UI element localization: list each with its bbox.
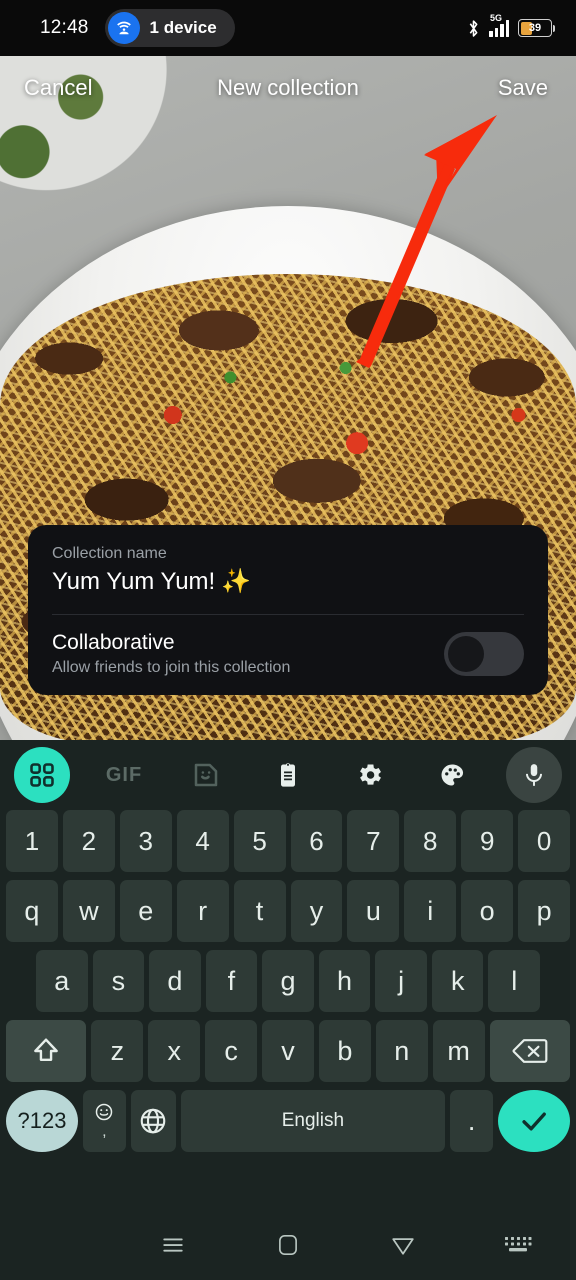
key-t[interactable]: t (233, 880, 286, 942)
card-divider (52, 614, 524, 615)
key-5[interactable]: 5 (233, 810, 286, 872)
key-s[interactable]: s (92, 950, 145, 1012)
key-e[interactable]: e (119, 880, 172, 942)
key-4[interactable]: 4 (176, 810, 229, 872)
keyboard-row-home: a s d f g h j k l (0, 950, 576, 1012)
gif-label: GIF (105, 763, 143, 786)
space-key[interactable]: English (180, 1090, 446, 1152)
cast-wifi-icon (107, 12, 140, 44)
battery-indicator: 39 (518, 19, 555, 37)
home-square-icon[interactable] (230, 1232, 345, 1258)
comma-label: , (102, 1123, 107, 1140)
key-a[interactable]: a (35, 950, 88, 1012)
cancel-button[interactable]: Cancel (24, 75, 92, 101)
status-bar-icons: 5G 39 (467, 13, 555, 38)
key-1[interactable]: 1 (5, 810, 58, 872)
key-i[interactable]: i (404, 880, 457, 942)
key-h[interactable]: h (318, 950, 371, 1012)
keyboard-row-bottom: ?123 , English . (0, 1090, 576, 1152)
collection-name-label: Collection name (52, 545, 167, 562)
collaborative-text: Collaborative Allow friends to join this… (52, 631, 444, 677)
key-j[interactable]: j (375, 950, 427, 1012)
network-type-label: 5G (490, 12, 503, 23)
key-8[interactable]: 8 (404, 810, 457, 872)
collaborative-toggle[interactable] (444, 632, 524, 676)
sticker-icon[interactable] (178, 747, 234, 803)
palette-icon[interactable] (424, 747, 480, 803)
keyboard-row-zxcv: z x c v b n m (0, 1020, 576, 1082)
back-triangle-icon[interactable] (346, 1231, 461, 1259)
backspace-icon[interactable] (489, 1020, 570, 1082)
clipboard-icon[interactable] (260, 747, 316, 803)
cast-device-pill[interactable]: 1 device (104, 9, 235, 47)
key-d[interactable]: d (149, 950, 201, 1012)
symbols-key[interactable]: ?123 (6, 1090, 78, 1152)
grid-apps-icon[interactable] (14, 747, 70, 803)
key-f[interactable]: f (205, 950, 258, 1012)
sparkles-icon: ✨ (221, 568, 252, 595)
key-l[interactable]: l (488, 950, 541, 1012)
keyboard-toolbar: GIF (0, 740, 576, 810)
key-7[interactable]: 7 (347, 810, 400, 872)
on-screen-keyboard: GIF 1 2 3 4 5 6 7 8 9 0 q w e r t y u i … (0, 740, 576, 1210)
shift-arrow-icon[interactable] (6, 1020, 87, 1082)
key-y[interactable]: y (290, 880, 343, 942)
key-q[interactable]: q (5, 880, 58, 942)
key-u[interactable]: u (347, 880, 400, 942)
signal-bars-icon: 5G (489, 13, 509, 37)
key-2[interactable]: 2 (62, 810, 115, 872)
collection-name-input[interactable]: Yum Yum Yum! ✨ (52, 567, 524, 596)
phone-screen: 12:48 1 device 5G 39 Cancel New collecti… (0, 0, 576, 1280)
battery-percent-label: 39 (528, 21, 542, 34)
key-0[interactable]: 0 (518, 810, 571, 872)
key-o[interactable]: o (461, 880, 514, 942)
gear-icon[interactable] (342, 747, 398, 803)
status-bar: 12:48 1 device 5G 39 (0, 0, 576, 56)
key-p[interactable]: p (518, 880, 571, 942)
collaborative-subtitle: Allow friends to join this collection (52, 659, 291, 676)
page-title: New collection (217, 75, 359, 100)
emoji-icon[interactable]: , (83, 1090, 126, 1152)
key-9[interactable]: 9 (461, 810, 514, 872)
save-button[interactable]: Save (498, 75, 548, 101)
key-k[interactable]: k (431, 950, 484, 1012)
key-v[interactable]: v (262, 1020, 314, 1082)
key-z[interactable]: z (91, 1020, 144, 1082)
system-navigation-bar (0, 1210, 576, 1280)
key-g[interactable]: g (262, 950, 314, 1012)
key-n[interactable]: n (375, 1020, 428, 1082)
status-bar-clock: 12:48 (40, 17, 89, 38)
key-6[interactable]: 6 (290, 810, 343, 872)
hide-keyboard-icon[interactable] (461, 1234, 576, 1256)
key-m[interactable]: m (432, 1020, 485, 1082)
new-collection-dialog: Collection name Yum Yum Yum! ✨ Collabora… (28, 525, 548, 695)
checkmark-icon[interactable] (498, 1090, 570, 1152)
cast-device-label: 1 device (149, 18, 217, 37)
microphone-icon[interactable] (506, 747, 562, 803)
key-b[interactable]: b (318, 1020, 371, 1082)
key-c[interactable]: c (205, 1020, 258, 1082)
gif-icon[interactable]: GIF (96, 747, 152, 803)
key-3[interactable]: 3 (119, 810, 172, 872)
key-r[interactable]: r (176, 880, 229, 942)
collaborative-title: Collaborative (52, 631, 175, 654)
globe-language-icon[interactable] (130, 1090, 176, 1152)
key-x[interactable]: x (148, 1020, 201, 1082)
recents-menu-icon[interactable] (115, 1230, 230, 1260)
keyboard-row-numbers: 1 2 3 4 5 6 7 8 9 0 (0, 810, 576, 872)
key-w[interactable]: w (62, 880, 115, 942)
collaborative-row[interactable]: Collaborative Allow friends to join this… (52, 631, 524, 677)
period-key[interactable]: . (450, 1090, 493, 1152)
keyboard-row-qwerty: q w e r t y u i o p (0, 880, 576, 942)
modal-top-bar: Cancel New collection Save (0, 56, 576, 120)
collection-name-value: Yum Yum Yum! (52, 567, 216, 595)
bluetooth-icon (469, 19, 478, 37)
toggle-knob (448, 636, 484, 672)
